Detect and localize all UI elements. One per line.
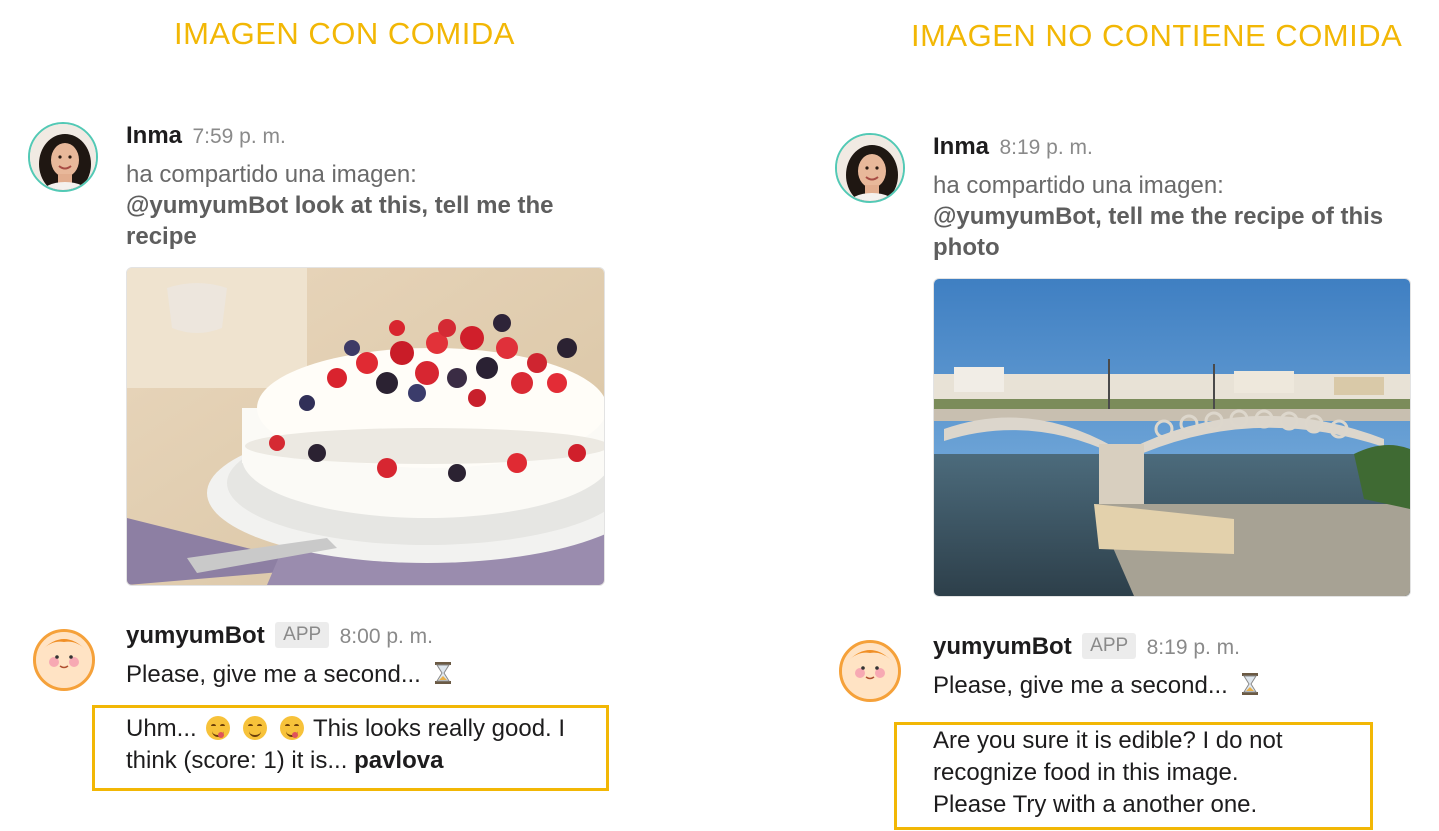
result-text: This looks really good. I: [312, 715, 566, 742]
shared-image-text: ha compartido una imagen: @yumyumBot loo…: [126, 159, 553, 252]
pavlova-photo-icon: [127, 268, 604, 585]
shared-photo-bridge[interactable]: [933, 278, 1411, 597]
smile-emoji-icon: [243, 716, 268, 740]
bot-avatar[interactable]: [33, 629, 95, 691]
woman-avatar-icon: [837, 135, 903, 201]
bot-message-header: yumyumBot APP 8:19 p. m.: [933, 633, 1240, 661]
bot-result-message: Are you sure it is edible? I do not reco…: [933, 725, 1283, 821]
shared-image-text: ha compartido una imagen: @yumyumBot, te…: [933, 170, 1383, 263]
user-avatar[interactable]: [835, 133, 905, 203]
shared-label: ha compartido una imagen:: [933, 172, 1224, 199]
message-time[interactable]: 7:59 p. m.: [192, 125, 285, 148]
app-badge: APP: [1082, 633, 1137, 659]
message-time[interactable]: 8:19 p. m.: [1147, 636, 1240, 659]
bot-avatar[interactable]: [839, 640, 901, 702]
bot-result-message: Uhm... This looks really good. I think (…: [126, 713, 565, 777]
hourglass-icon: [1241, 672, 1259, 703]
message-time[interactable]: 8:19 p. m.: [999, 136, 1092, 159]
shared-photo-pavlova[interactable]: [126, 267, 605, 586]
yum-face-emoji-icon: [279, 716, 304, 740]
heading-food-image: IMAGEN CON COMIDA: [174, 16, 515, 51]
bot-face-icon: [36, 632, 92, 688]
author-name[interactable]: Inma: [126, 122, 182, 149]
prediction-label: pavlova: [354, 747, 444, 774]
hourglass-icon: [434, 661, 452, 692]
shared-label: ha compartido una imagen:: [126, 161, 417, 188]
bot-wait-message: Please, give me a second...: [126, 661, 452, 692]
user-message-header: Inma 7:59 p. m.: [126, 122, 286, 150]
result-text: think (score: 1) it is...: [126, 747, 348, 774]
woman-avatar-icon: [30, 124, 96, 190]
bot-name[interactable]: yumyumBot: [126, 622, 265, 649]
result-text: recognize food in this image.: [933, 759, 1239, 786]
author-name[interactable]: Inma: [933, 133, 989, 160]
bot-name[interactable]: yumyumBot: [933, 633, 1072, 660]
bot-message-header: yumyumBot APP 8:00 p. m.: [126, 622, 433, 650]
app-badge: APP: [275, 622, 330, 648]
bridge-photo-icon: [934, 279, 1410, 596]
heading-no-food-image: IMAGEN NO CONTIENE COMIDA: [911, 18, 1403, 53]
bot-wait-message: Please, give me a second...: [933, 672, 1259, 703]
result-text: Please Try with a another one.: [933, 791, 1258, 818]
message-time[interactable]: 8:00 p. m.: [340, 625, 433, 648]
comment-line: photo: [933, 234, 1000, 261]
user-message-header: Inma 8:19 p. m.: [933, 133, 1093, 161]
wait-text: Please, give me a second...: [933, 672, 1228, 699]
result-text: Are you sure it is edible? I do not: [933, 727, 1283, 754]
comment-line: @yumyumBot look at this, tell me the: [126, 192, 554, 219]
bot-face-icon: [842, 643, 898, 699]
result-text: Uhm...: [126, 715, 197, 742]
yum-face-emoji-icon: [206, 716, 231, 740]
comment-line: @yumyumBot, tell me the recipe of this: [933, 203, 1384, 230]
user-avatar[interactable]: [28, 122, 98, 192]
wait-text: Please, give me a second...: [126, 661, 421, 688]
comment-line: recipe: [126, 223, 197, 250]
